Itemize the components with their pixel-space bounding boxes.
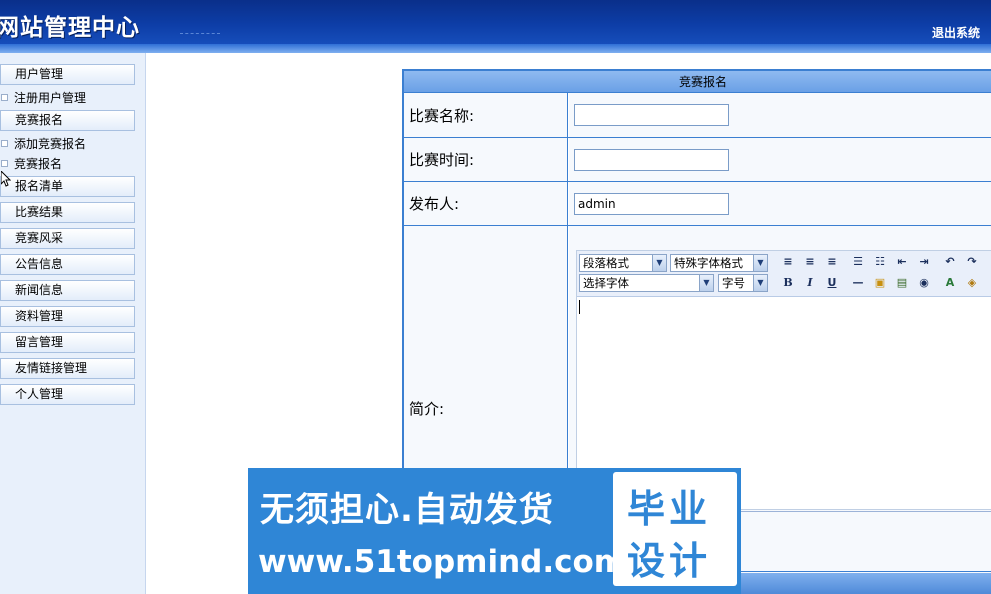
form-field-cell <box>569 182 991 225</box>
top-header: 网站管理中心 退出系统 <box>0 0 991 53</box>
special-font-format-value: 特殊字体格式 <box>674 256 743 270</box>
publisher-label: 发布人: <box>404 182 568 225</box>
undo-icon[interactable]: ↶ <box>942 254 958 270</box>
sidebar-item-messages[interactable]: 留言管理 <box>0 332 135 353</box>
bold-button[interactable]: B <box>780 275 796 291</box>
sidebar-item-results[interactable]: 比赛结果 <box>0 202 135 223</box>
sidebar-subitem-registered-users[interactable]: 注册用户管理 <box>0 90 86 106</box>
paragraph-format-select[interactable]: 段落格式 ▼ <box>579 254 667 272</box>
sidebar-item-competition-signup[interactable]: 竞赛报名 <box>0 110 135 131</box>
sidebar-item-signup-list[interactable]: 报名清单 <box>0 176 135 197</box>
logout-link[interactable]: 退出系统 <box>932 24 980 41</box>
numbered-list-icon[interactable]: ☷ <box>872 254 888 270</box>
mouse-pointer-icon <box>0 169 12 191</box>
special-font-format-select[interactable]: 特殊字体格式 ▼ <box>670 254 768 272</box>
badge-line2: 设计 <box>627 539 712 583</box>
sidebar-subitem-label: 竞赛报名 <box>14 157 63 171</box>
insert-file-icon[interactable]: ▣ <box>872 275 888 291</box>
form-field-cell <box>569 93 991 137</box>
sidebar-subitem-label: 注册用户管理 <box>14 91 87 105</box>
banner-url: www.51topmind.com <box>258 544 627 580</box>
paragraph-format-value: 段落格式 <box>583 256 629 270</box>
font-family-value: 选择字体 <box>583 276 629 290</box>
bullet-list-icon[interactable]: ☰ <box>850 254 866 270</box>
banner-badge: 毕业 设计 <box>613 472 737 586</box>
sidebar: 用户管理 注册用户管理 竞赛报名 添加竞赛报名 竞赛报名 报名清单 比赛结果 竞… <box>0 53 146 594</box>
form-row-time: 比赛时间: <box>404 138 991 182</box>
indent-icon[interactable]: ⇥ <box>916 254 932 270</box>
redo-icon[interactable]: ↷ <box>964 254 980 270</box>
align-left-icon[interactable]: ≡ <box>780 254 796 270</box>
competition-name-input[interactable] <box>574 104 729 126</box>
sidebar-item-friend-links[interactable]: 友情链接管理 <box>0 358 135 379</box>
form-field-cell <box>569 138 991 181</box>
form-row-name: 比赛名称: <box>404 93 991 138</box>
underline-button[interactable]: U <box>824 275 840 291</box>
publisher-input[interactable] <box>574 193 729 215</box>
chevron-down-icon: ▼ <box>699 275 713 291</box>
font-size-value: 字号 <box>722 276 745 290</box>
sidebar-subitem-label: 添加竞赛报名 <box>14 137 87 151</box>
font-family-select[interactable]: 选择字体 ▼ <box>579 274 714 292</box>
header-stripe <box>0 44 991 53</box>
form-row-publisher: 发布人: <box>404 182 991 226</box>
competition-time-input[interactable] <box>574 149 729 171</box>
font-color-icon[interactable]: A <box>942 275 958 291</box>
sidebar-item-news[interactable]: 新闻信息 <box>0 280 135 301</box>
editor-toolbar: 段落格式 ▼ 特殊字体格式 ▼ 选择字体 ▼ 字号 ▼ ≡ ≡ ≡ ☰ ☷ ⇤ … <box>577 251 991 297</box>
sidebar-item-materials[interactable]: 资料管理 <box>0 306 135 327</box>
sidebar-subitem-signup[interactable]: 竞赛报名 <box>0 156 62 172</box>
chevron-down-icon: ▼ <box>753 275 767 291</box>
sidebar-item-announcements[interactable]: 公告信息 <box>0 254 135 275</box>
insert-image-icon[interactable]: ▤ <box>894 275 910 291</box>
competition-time-label: 比赛时间: <box>404 138 568 181</box>
sidebar-item-personal[interactable]: 个人管理 <box>0 384 135 405</box>
admin-window: 网站管理中心 退出系统 用户管理 注册用户管理 竞赛报名 添加竞赛报名 竞赛报名… <box>0 0 991 594</box>
highlight-color-icon[interactable]: ◈ <box>964 275 980 291</box>
form-heading: 竞赛报名 <box>404 71 991 93</box>
font-size-select[interactable]: 字号 ▼ <box>718 274 768 292</box>
watermark-banner: 无须担心.自动发货 www.51topmind.com 毕业 设计 <box>248 468 741 594</box>
site-title: 网站管理中心 <box>0 15 140 41</box>
chevron-down-icon: ▼ <box>753 255 767 271</box>
tree-expander-icon <box>1 140 8 147</box>
outdent-icon[interactable]: ⇤ <box>894 254 910 270</box>
horizontal-rule-icon[interactable]: — <box>850 275 866 291</box>
banner-slogan: 无须担心.自动发货 <box>260 490 554 530</box>
chevron-down-icon: ▼ <box>652 255 666 271</box>
insert-media-icon[interactable]: ◉ <box>916 275 932 291</box>
sidebar-item-gallery[interactable]: 竞赛风采 <box>0 228 135 249</box>
tree-expander-icon <box>1 160 8 167</box>
align-right-icon[interactable]: ≡ <box>824 254 840 270</box>
badge-line1: 毕业 <box>627 487 712 531</box>
italic-button[interactable]: I <box>802 275 818 291</box>
sidebar-item-user-management[interactable]: 用户管理 <box>0 64 135 85</box>
align-center-icon[interactable]: ≡ <box>802 254 818 270</box>
tree-expander-icon <box>1 94 8 101</box>
header-decoration <box>180 33 220 37</box>
text-caret <box>579 300 580 314</box>
sidebar-subitem-add-signup[interactable]: 添加竞赛报名 <box>0 136 86 152</box>
competition-name-label: 比赛名称: <box>404 93 568 137</box>
